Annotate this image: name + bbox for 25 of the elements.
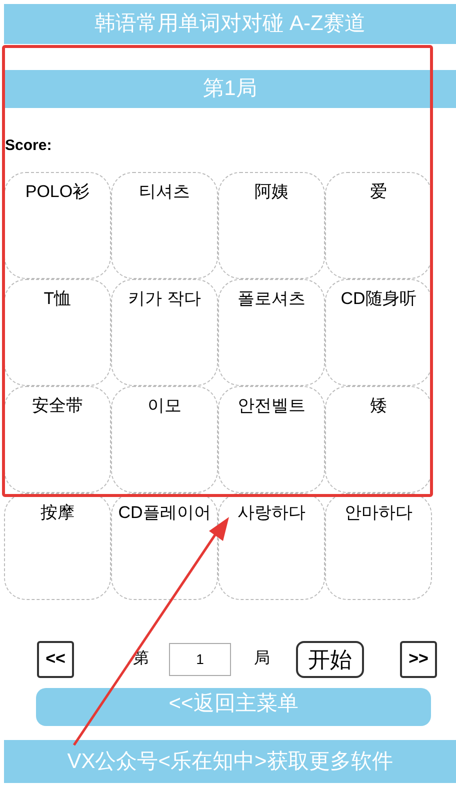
word-card[interactable]: 矮 <box>325 386 432 493</box>
word-card[interactable]: 按摩 <box>4 493 111 600</box>
word-card[interactable]: 티셔츠 <box>111 172 218 279</box>
next-round-button[interactable]: >> <box>400 640 437 678</box>
word-card[interactable]: CD随身听 <box>325 279 432 386</box>
word-card[interactable]: 키가 작다 <box>111 279 218 386</box>
word-card[interactable]: POLO衫 <box>4 172 111 279</box>
round-suffix-label: 局 <box>254 649 270 669</box>
start-button[interactable]: 开始 <box>296 640 364 678</box>
word-card[interactable]: T恤 <box>4 279 111 386</box>
word-card[interactable]: CD플레이어 <box>111 493 218 600</box>
score-label: Score: <box>5 136 52 156</box>
word-card[interactable]: 안마하다 <box>325 493 432 600</box>
app-title-bar: 韩语常用单词对对碰 A-Z赛道 <box>4 4 456 44</box>
footer-bar: VX公众号<乐在知中>获取更多软件 <box>4 740 456 783</box>
word-card[interactable]: 爱 <box>325 172 432 279</box>
previous-round-button[interactable]: << <box>37 640 74 678</box>
word-card[interactable]: 폴로셔츠 <box>218 279 325 386</box>
word-card[interactable]: 안전벨트 <box>218 386 325 493</box>
word-card[interactable]: 阿姨 <box>218 172 325 279</box>
round-title-bar: 第1局 <box>4 70 456 108</box>
round-number-field[interactable]: 1 <box>169 642 231 676</box>
word-card[interactable]: 이모 <box>111 386 218 493</box>
word-card[interactable]: 安全带 <box>4 386 111 493</box>
word-card[interactable]: 사랑하다 <box>218 493 325 600</box>
